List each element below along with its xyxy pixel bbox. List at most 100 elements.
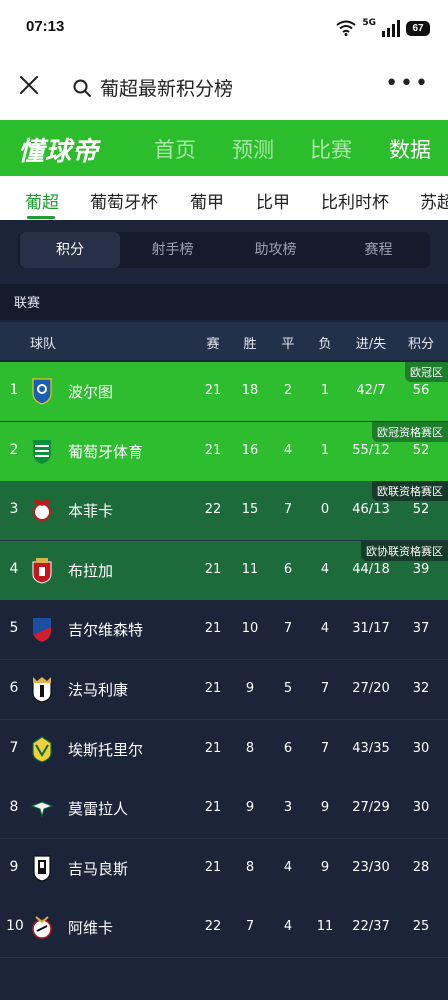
team-wins: 16 — [241, 442, 259, 458]
table-row[interactable]: 6 法马利康 21 9 5 7 27/20 32 — [0, 660, 448, 720]
team-played: 21 — [204, 800, 222, 816]
moreirense-crest-icon — [30, 794, 54, 822]
team-rank: 9 — [9, 858, 19, 875]
team-wins: 11 — [241, 561, 259, 577]
team-draws: 4 — [283, 859, 293, 875]
tab-top-scorers[interactable]: 射手榜 — [121, 232, 224, 268]
team-name[interactable]: 吉尔维森特 — [68, 619, 143, 640]
team-points: 30 — [412, 800, 430, 816]
team-draws: 4 — [283, 442, 293, 458]
team-wins: 8 — [245, 859, 255, 875]
nav-data[interactable]: 数据 — [389, 134, 431, 164]
team-played: 21 — [204, 561, 222, 577]
table-row[interactable]: 7 埃斯托里尔 21 8 6 7 43/35 30 — [0, 719, 448, 780]
table-row[interactable]: 1 波尔图 21 18 2 1 42/7 56 欧冠区 — [0, 362, 448, 422]
team-points: 28 — [412, 859, 430, 875]
tab-schedule[interactable]: 赛程 — [327, 232, 430, 268]
braga-crest-icon — [31, 556, 53, 584]
team-rank: 7 — [9, 739, 19, 756]
team-draws: 6 — [283, 740, 293, 756]
team-goals: 55/12 — [352, 442, 390, 458]
team-losses: 1 — [320, 383, 330, 398]
table-row[interactable]: 3 本菲卡 22 15 7 0 46/13 52 欧联资格赛区 — [0, 481, 448, 542]
table-row[interactable]: 10 阿维卡 22 7 4 11 22/37 25 — [0, 898, 448, 959]
nav-matches[interactable]: 比赛 — [310, 134, 352, 164]
brand-bar: 懂球帝 首页 预测 比赛 数据 — [0, 120, 448, 176]
team-losses: 1 — [320, 442, 330, 458]
team-played: 21 — [204, 681, 222, 696]
league-tab-portugal-cup[interactable]: 葡萄牙杯 — [90, 188, 158, 213]
table-row[interactable]: 4 布拉加 21 11 6 4 44/18 39 欧协联资格赛区 — [0, 540, 448, 601]
table-row[interactable]: 8 莫雷拉人 21 9 3 9 27/29 30 — [0, 779, 448, 840]
league-tab-liga-2[interactable]: 葡甲 — [190, 188, 224, 213]
team-losses: 4 — [320, 561, 330, 577]
header-played: 赛 — [206, 337, 220, 352]
team-goals: 42/7 — [356, 383, 386, 398]
team-points: 30 — [412, 740, 430, 756]
active-league-indicator — [27, 216, 55, 219]
team-goals: 27/20 — [352, 681, 390, 696]
header-loss: 负 — [318, 337, 332, 352]
team-name[interactable]: 莫雷拉人 — [68, 798, 128, 819]
header-goals: 进/失 — [355, 337, 387, 352]
header-points: 积分 — [407, 337, 434, 352]
header-team: 球队 — [30, 337, 57, 352]
tab-standings[interactable]: 积分 — [20, 232, 120, 268]
table-row[interactable]: 2 葡萄牙体育 21 16 4 1 55/12 52 欧冠资格赛区 — [0, 421, 448, 482]
zone-badge: 欧联资格赛区 — [372, 481, 448, 502]
league-tab-belgian-pro-league[interactable]: 比甲 — [256, 188, 290, 213]
search-icon[interactable] — [72, 78, 92, 98]
team-rank: 5 — [9, 620, 19, 637]
header-draw: 平 — [281, 337, 295, 352]
team-draws: 4 — [283, 919, 293, 935]
league-tab-belgian-cup[interactable]: 比利时杯 — [321, 188, 389, 213]
team-name[interactable]: 吉马良斯 — [68, 858, 128, 879]
tab-top-assists[interactable]: 助攻榜 — [224, 232, 327, 268]
more-menu-icon[interactable]: ••• — [385, 73, 430, 95]
status-time: 07:13 — [26, 18, 65, 35]
table-row[interactable]: 5 吉尔维森特 21 10 7 4 31/17 37 — [0, 600, 448, 661]
league-tab-liga-portugal[interactable]: 葡超 — [25, 188, 59, 213]
team-rank: 2 — [9, 441, 19, 458]
league-tab-scottish-premiership[interactable]: 苏超 — [420, 188, 448, 213]
team-wins: 9 — [245, 681, 255, 696]
nav-predict[interactable]: 预测 — [232, 134, 274, 164]
team-points: 56 — [412, 383, 430, 398]
section-title: 联赛 — [14, 296, 41, 311]
team-name[interactable]: 埃斯托里尔 — [68, 739, 143, 760]
estoril-crest-icon — [31, 735, 53, 763]
team-draws: 3 — [283, 800, 293, 816]
team-name[interactable]: 葡萄牙体育 — [68, 441, 143, 462]
table-row[interactable]: 9 吉马良斯 21 8 4 9 23/30 28 — [0, 838, 448, 899]
team-played: 21 — [204, 383, 222, 398]
team-name[interactable]: 本菲卡 — [68, 500, 113, 521]
team-name[interactable]: 布拉加 — [68, 560, 113, 581]
status-icons: 5G 67 — [336, 18, 430, 38]
team-draws: 5 — [283, 681, 293, 696]
signal-icon — [382, 19, 400, 37]
close-icon[interactable] — [18, 74, 40, 96]
team-wins: 10 — [241, 621, 259, 637]
team-goals: 31/17 — [352, 621, 390, 637]
team-goals: 27/29 — [352, 800, 390, 816]
team-name[interactable]: 波尔图 — [68, 381, 113, 402]
team-draws: 7 — [283, 621, 293, 637]
battery-icon: 67 — [406, 20, 430, 36]
benfica-crest-icon — [31, 496, 53, 524]
search-query[interactable]: 葡超最新积分榜 — [100, 74, 233, 101]
league-selector: 葡超 葡萄牙杯 葡甲 比甲 比利时杯 苏超 — [0, 176, 448, 220]
team-points: 52 — [412, 502, 430, 518]
team-goals: 23/30 — [352, 859, 390, 875]
team-losses: 11 — [316, 919, 334, 935]
avs-crest-icon — [31, 913, 53, 941]
team-played: 21 — [204, 740, 222, 756]
team-name[interactable]: 阿维卡 — [68, 917, 113, 938]
team-name[interactable]: 法马利康 — [68, 679, 128, 700]
team-rank: 3 — [9, 501, 19, 518]
team-wins: 7 — [245, 919, 255, 935]
app-logo[interactable]: 懂球帝 — [18, 131, 99, 168]
search-header: 葡超最新积分榜 ••• — [0, 56, 448, 120]
team-losses: 9 — [320, 800, 330, 816]
nav-home[interactable]: 首页 — [154, 134, 196, 164]
team-goals: 43/35 — [352, 740, 390, 756]
